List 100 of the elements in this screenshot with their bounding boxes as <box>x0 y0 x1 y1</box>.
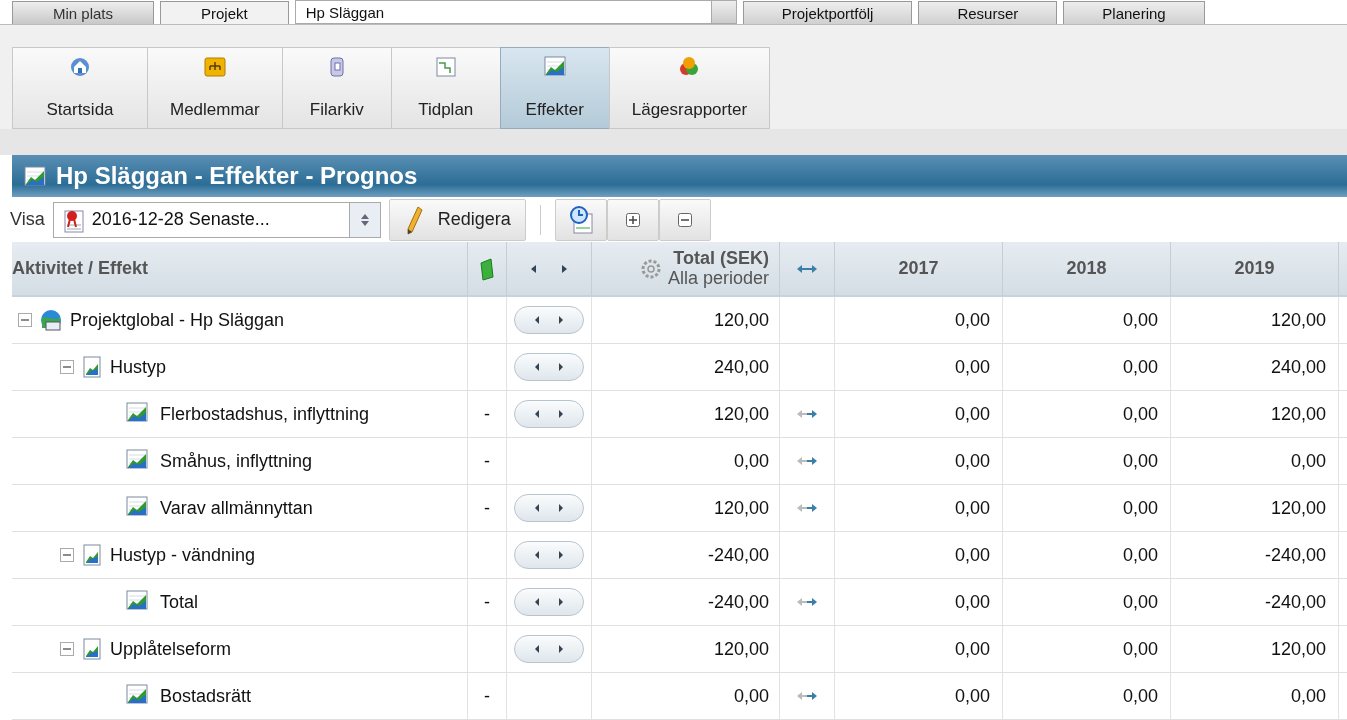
expand-all-button[interactable] <box>606 198 659 241</box>
module-tab[interactable]: Effekter <box>499 47 610 129</box>
top-tab[interactable]: Min plats <box>12 1 155 24</box>
table-cell: 0,00 <box>592 673 780 719</box>
collapse-toggle-icon[interactable] <box>60 360 74 374</box>
table-cell: Hustyp <box>12 344 468 390</box>
house-icon <box>69 56 91 78</box>
table-cell: 0,00 <box>835 532 1003 578</box>
edit-button[interactable]: Redigera <box>388 198 526 241</box>
table-cell: 120,00 <box>592 391 780 437</box>
table-cell: 240,00 <box>592 344 780 390</box>
globe-icon <box>40 309 62 331</box>
table-cell: 120,00 <box>1171 297 1339 343</box>
table-cell: 0,00 <box>1003 626 1171 672</box>
folder-icon <box>479 256 495 281</box>
colored-balls-icon <box>678 56 701 78</box>
period-navigator[interactable] <box>514 400 584 428</box>
gear-icon <box>639 257 662 280</box>
table-cell: -240,00 <box>592 532 780 578</box>
gantt-chart-icon <box>434 56 457 78</box>
table-cell: 0,00 <box>1003 297 1171 343</box>
table-cell: - <box>468 579 507 625</box>
table-cell: 0,00 <box>835 626 1003 672</box>
table-cell: 120,00 <box>1171 391 1339 437</box>
column-header: 2017 <box>835 242 1003 295</box>
table-cell: 0,00 <box>1003 438 1171 484</box>
period-navigator[interactable] <box>514 588 584 616</box>
table-cell: Total <box>12 579 468 625</box>
org-chart-icon <box>203 56 226 78</box>
table-cell: Hustyp - vändning <box>12 532 468 578</box>
table-cell: 0,00 <box>835 297 1003 343</box>
top-tab[interactable]: Planering <box>1063 1 1205 24</box>
chart-icon <box>543 56 566 78</box>
top-tab[interactable]: Projektportfölj <box>742 1 913 24</box>
table-cell: 0,00 <box>1171 673 1339 719</box>
table-cell: 0,00 <box>1003 391 1171 437</box>
table-cell: 0,00 <box>1171 438 1339 484</box>
total-header-subtitle: Alla perioder <box>667 268 769 289</box>
left-right-arrows-icon <box>529 263 569 274</box>
top-tab[interactable]: Projekt <box>160 1 289 24</box>
period-navigator[interactable] <box>514 635 584 663</box>
table-cell: Flerbostadshus, inflyttning <box>12 391 468 437</box>
history-button[interactable] <box>554 198 607 241</box>
collapse-all-button[interactable] <box>658 198 711 241</box>
table-cell: 0,00 <box>592 438 780 484</box>
top-tab[interactable]: Resurser <box>918 1 1058 24</box>
table-cell: -240,00 <box>1171 579 1339 625</box>
table-cell: - <box>468 438 507 484</box>
table-cell: 240,00 <box>1171 344 1339 390</box>
module-tab[interactable]: Filarkiv <box>281 47 392 129</box>
table-cell: -240,00 <box>592 579 780 625</box>
column-header: 2019 <box>1171 242 1339 295</box>
collapse-toggle-icon[interactable] <box>60 548 74 562</box>
table-cell: Småhus, inflyttning <box>12 438 468 484</box>
column-header: Aktivitet / Effekt <box>12 242 468 295</box>
page-title: Hp Släggan - Effekter - Prognos <box>56 162 418 190</box>
table-cell: 0,00 <box>1003 673 1171 719</box>
table-cell: 0,00 <box>1003 532 1171 578</box>
version-select[interactable]: 2016-12-28 Senaste... <box>52 201 381 238</box>
column-header: 2018 <box>1003 242 1171 295</box>
double-arrow-icon <box>796 263 818 274</box>
chart-document-icon <box>82 356 102 378</box>
chart-icon <box>24 166 46 186</box>
table-cell: 0,00 <box>835 438 1003 484</box>
total-header-title: Total (SEK) <box>673 248 769 269</box>
table-cell: Varav allmännyttan <box>12 485 468 531</box>
table-cell: 0,00 <box>1003 579 1171 625</box>
clock-document-icon <box>567 205 594 234</box>
table-cell: 0,00 <box>835 485 1003 531</box>
minus-box-icon <box>677 212 692 227</box>
table-cell: - <box>468 391 507 437</box>
table-cell: 120,00 <box>592 297 780 343</box>
collapse-toggle-icon[interactable] <box>60 642 74 656</box>
project-select[interactable]: Hp Släggan <box>294 0 737 24</box>
module-tab[interactable]: Lägesrapporter <box>608 47 771 129</box>
collapse-toggle-icon[interactable] <box>18 313 32 327</box>
table-cell: 120,00 <box>1171 485 1339 531</box>
view-label: Visa <box>10 209 45 230</box>
up-down-arrows-icon <box>359 212 370 227</box>
table-cell: 0,00 <box>1003 485 1171 531</box>
table-cell: 120,00 <box>592 626 780 672</box>
chart-document-icon <box>82 638 102 660</box>
period-navigator[interactable] <box>514 494 584 522</box>
period-navigator[interactable] <box>514 541 584 569</box>
table-cell: 0,00 <box>835 344 1003 390</box>
table-cell: 0,00 <box>835 391 1003 437</box>
period-navigator[interactable] <box>514 353 584 381</box>
plus-box-icon <box>625 212 640 227</box>
table-cell: Projektglobal - Hp Släggan <box>12 297 468 343</box>
table-cell: - <box>468 673 507 719</box>
period-navigator[interactable] <box>514 306 584 334</box>
project-select-value: Hp Släggan <box>304 3 385 21</box>
module-tab[interactable]: Medlemmar <box>147 47 283 129</box>
table-cell: 0,00 <box>835 579 1003 625</box>
table-cell: -240,00 <box>1171 532 1339 578</box>
module-tab[interactable]: Startsida <box>12 47 148 129</box>
table-cell: - <box>468 485 507 531</box>
chart-document-icon <box>82 544 102 566</box>
table-cell: 120,00 <box>1171 626 1339 672</box>
module-tab[interactable]: Tidplan <box>390 47 501 129</box>
